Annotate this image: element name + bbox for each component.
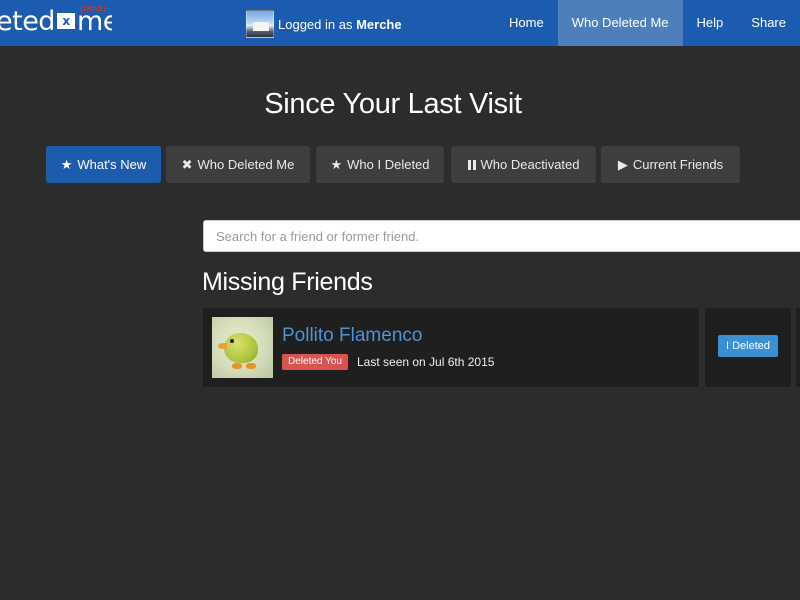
beta-badge: (beta) (80, 6, 107, 14)
friend-action-panel: I Deleted (705, 308, 791, 387)
friend-name-link[interactable]: Pollito Flamenco (282, 325, 422, 347)
tab-who-i-deleted[interactable]: ★ Who I Deleted (316, 146, 444, 183)
logo-x-icon: x (56, 12, 75, 29)
status-badge: Deleted You (282, 354, 348, 370)
tab-label: What's New (77, 157, 147, 172)
friend-action-panel-extra (796, 308, 800, 387)
friend-photo[interactable] (212, 317, 273, 378)
tab-current-friends[interactable]: ▶ Current Friends (601, 146, 740, 183)
star-icon: ★ (60, 156, 73, 172)
tab-label: Who Deactivated (480, 157, 580, 172)
logged-in-user: Logged in as Merche (246, 10, 402, 38)
tab-label: Who Deleted Me (197, 157, 295, 172)
tab-who-deleted-me[interactable]: ✖ Who Deleted Me (166, 146, 310, 183)
section-title: Missing Friends (202, 268, 373, 296)
page-title: Since Your Last Visit (0, 88, 800, 121)
nav-who-deleted-me[interactable]: Who Deleted Me (557, 0, 683, 46)
tab-label: Current Friends (632, 157, 724, 172)
tab-label: Who I Deleted (347, 157, 430, 172)
i-deleted-button[interactable]: I Deleted (718, 335, 778, 357)
last-seen-text: Last seen on Jul 6th 2015 (357, 355, 495, 369)
user-avatar (246, 10, 274, 38)
user-name: Merche (356, 16, 402, 32)
app-logo[interactable]: eted x me (beta) (0, 6, 112, 40)
logo-text-left: eted (0, 6, 55, 37)
cross-icon: ✖ (181, 156, 193, 172)
nav-home[interactable]: Home (495, 0, 558, 46)
friend-card: Pollito Flamenco Deleted You Last seen o… (203, 308, 699, 387)
nav-help[interactable]: Help (683, 0, 738, 46)
play-icon: ▶ (617, 156, 628, 172)
user-status-text: Logged in as Merche (278, 17, 402, 32)
tab-whats-new[interactable]: ★ What's New (46, 146, 161, 183)
tab-who-deactivated[interactable]: Who Deactivated (451, 146, 596, 183)
pause-icon (467, 159, 476, 170)
user-prefix: Logged in as (278, 16, 357, 32)
search-input[interactable] (203, 220, 800, 252)
top-navbar: eted x me (beta) Logged in as Merche Home … (0, 0, 800, 46)
star-icon: ★ (330, 156, 343, 172)
page-title-text: Since Your Last Visit (264, 88, 522, 120)
nav-share[interactable]: Share (737, 0, 800, 46)
nav-menu: Home Who Deleted Me Help Share (495, 0, 800, 46)
